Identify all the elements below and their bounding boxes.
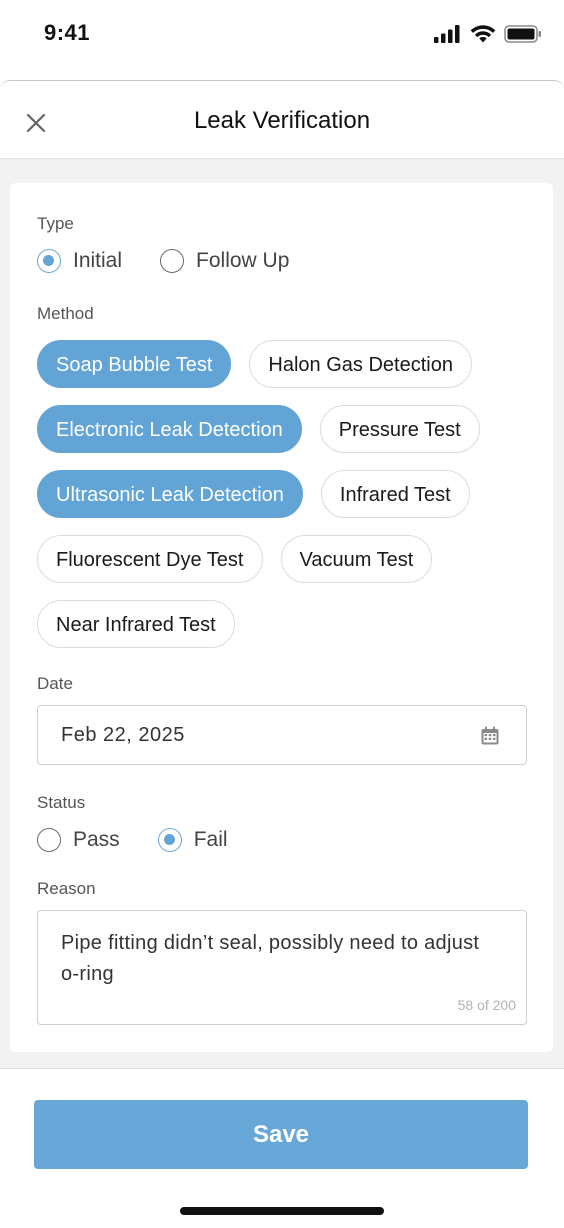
chip-row: Fluorescent Dye Test Vacuum Test <box>37 535 537 583</box>
status-option-pass[interactable]: Pass <box>37 828 120 852</box>
type-option-initial[interactable]: Initial <box>37 249 122 273</box>
chip-electronic-leak-detection[interactable]: Electronic Leak Detection <box>37 405 302 453</box>
status-bar: 9:41 <box>0 0 564 70</box>
type-radio-group: Initial Follow Up <box>37 249 327 273</box>
method-chip-group: Soap Bubble Test Halon Gas Detection Ele… <box>37 340 537 665</box>
form-card: Type Initial Follow Up Method Soap Bubbl… <box>10 183 553 1052</box>
status-time: 9:41 <box>44 20 91 45</box>
type-option-follow-up[interactable]: Follow Up <box>160 249 289 273</box>
calendar-icon[interactable] <box>480 726 500 746</box>
chip-vacuum-test[interactable]: Vacuum Test <box>280 535 433 583</box>
date-picker-field[interactable]: Feb 22, 2025 <box>37 705 527 765</box>
status-option-fail[interactable]: Fail <box>157 828 228 852</box>
radio-button-checked[interactable] <box>157 828 182 852</box>
radio-label: Pass <box>73 828 120 851</box>
reason-label: Reason <box>37 879 96 898</box>
chip-halon-gas-detection[interactable]: Halon Gas Detection <box>249 340 472 388</box>
page-title: Leak Verification <box>193 107 371 134</box>
reason-text: Pipe fitting didn’t seal, possibly need … <box>61 932 480 985</box>
reason-textarea[interactable]: Pipe fitting didn’t seal, possibly need … <box>37 910 527 1025</box>
battery-icon <box>504 24 541 43</box>
character-count: 58 of 200 <box>457 997 516 1013</box>
signal-icon <box>434 24 460 43</box>
radio-button[interactable] <box>160 249 185 273</box>
chip-pressure-test[interactable]: Pressure Test <box>319 405 480 453</box>
chip-near-infrared-test[interactable]: Near Infrared Test <box>37 600 235 648</box>
radio-button-checked[interactable] <box>37 249 61 273</box>
footer: Save <box>0 1068 564 1228</box>
status-label: Status <box>37 793 86 812</box>
status-icons <box>434 24 542 43</box>
method-label: Method <box>37 304 94 323</box>
chip-ultrasonic-leak-detection[interactable]: Ultrasonic Leak Detection <box>37 470 303 518</box>
radio-label: Fail <box>193 828 228 851</box>
type-label: Type <box>37 214 74 233</box>
chip-row: Electronic Leak Detection Pressure Test <box>37 405 537 453</box>
chip-row: Soap Bubble Test Halon Gas Detection <box>37 340 537 388</box>
radio-label: Follow Up <box>196 249 290 272</box>
radio-button[interactable] <box>37 828 61 852</box>
date-value: Feb 22, 2025 <box>61 724 185 746</box>
chip-fluorescent-dye-test[interactable]: Fluorescent Dye Test <box>37 535 263 583</box>
wifi-icon <box>470 25 496 43</box>
sheet-header: Leak Verification <box>0 81 564 159</box>
radio-label: Initial <box>73 249 123 272</box>
home-indicator <box>180 1207 384 1215</box>
chip-row: Ultrasonic Leak Detection Infrared Test <box>37 470 537 518</box>
chip-infrared-test[interactable]: Infrared Test <box>320 470 470 518</box>
save-button[interactable]: Save <box>34 1100 528 1169</box>
status-radio-group: Pass Fail <box>37 828 266 852</box>
date-label: Date <box>37 674 73 693</box>
leak-verification-sheet: Leak Verification Type Initial Follow Up… <box>0 80 564 1228</box>
chip-soap-bubble-test[interactable]: Soap Bubble Test <box>37 340 232 388</box>
chip-row: Near Infrared Test <box>37 600 537 648</box>
